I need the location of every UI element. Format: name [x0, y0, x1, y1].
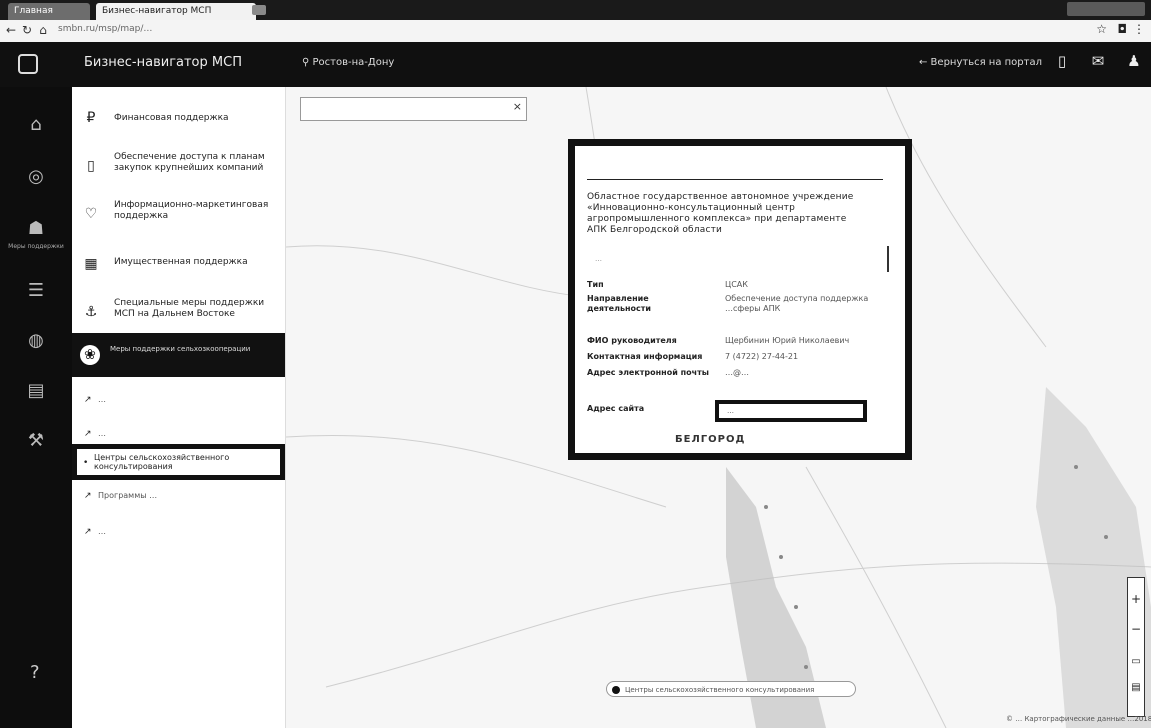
arrow-icon: ↗	[84, 491, 92, 501]
submenu-label: Программы …	[98, 491, 158, 500]
city-label: Ростов-на-Дону	[312, 57, 395, 68]
legend-label: Центры сельскохозяйственного консультиро…	[625, 686, 815, 694]
menu-icon[interactable]: ⋮	[1133, 22, 1145, 36]
ruler-icon[interactable]: ▭	[1128, 656, 1144, 667]
app-title: Бизнес-навигатор МСП	[84, 55, 242, 70]
info-value: ЦСАК	[725, 280, 748, 289]
arrow-icon: ↗	[84, 527, 92, 537]
building-icon: ▦	[84, 256, 98, 272]
bell-icon[interactable]: ♟	[1124, 52, 1144, 70]
menu-item-marketing[interactable]: ♡ Информационно-маркетинговая поддержка	[72, 195, 285, 235]
tablet-icon[interactable]: ▯	[1052, 52, 1072, 70]
map-search-input[interactable]: ×	[300, 97, 527, 121]
menu-item-property[interactable]: ▦ Имущественная поддержка	[72, 245, 285, 285]
browser-tab-active[interactable]: Бизнес-навигатор МСП	[96, 3, 256, 20]
map-area[interactable]: × Областное государственное автономное у…	[286, 87, 1151, 728]
logo-icon[interactable]	[18, 54, 38, 74]
zoom-out-button[interactable]: −	[1128, 622, 1144, 636]
tools-icon[interactable]: ⚒	[22, 427, 50, 455]
info-key: Направление деятельности	[587, 294, 652, 313]
icon-rail: ⌂ ◎ ☗ Меры поддержки ☰ ◍ ▤ ⚒ ?	[0, 87, 72, 728]
heart-icon: ♡	[84, 206, 98, 222]
arrow-icon: ↗	[84, 429, 92, 439]
zoom-control: + − ▭ ▤	[1127, 577, 1145, 717]
menu-item-label: Информационно-маркетинговая поддержка	[114, 200, 269, 221]
city-selector[interactable]: ⚲ Ростов-на-Дону	[302, 57, 394, 68]
url-field[interactable]: smbn.ru/msp/map/…	[58, 24, 152, 34]
menu-item-label: Финансовая поддержка	[114, 113, 229, 123]
submenu-item-consulting-centers[interactable]: • Центры сельскохозяйственного консульти…	[72, 444, 285, 480]
organization-name: Областное государственное автономное учр…	[587, 192, 854, 235]
menu-item-label: Обеспечение доступа к планам закупок кру…	[114, 152, 265, 173]
anchor-icon: ⚓	[84, 304, 98, 320]
map-copyright: © … Картографические данные …2018	[1006, 715, 1151, 723]
back-to-portal-link[interactable]: ← Вернуться на портал	[919, 57, 1042, 68]
tab-label: Бизнес-навигатор МСП	[102, 6, 212, 16]
zoom-in-button[interactable]: +	[1128, 592, 1144, 606]
globe-icon[interactable]: ◍	[22, 327, 50, 355]
extension-icon[interactable]: ◘	[1118, 22, 1128, 36]
browser-tab[interactable]: Главная	[8, 3, 90, 20]
menu-item-label: Имущественная поддержка	[114, 257, 248, 267]
lock-icon: ⌂	[39, 23, 47, 37]
info-value: Обеспечение доступа поддержка …сферы АПК	[725, 294, 869, 313]
info-key: Тип	[587, 280, 604, 289]
info-key: Адрес сайта	[587, 404, 645, 413]
popup-scrollbar[interactable]	[887, 246, 889, 272]
submenu-label: …	[98, 429, 106, 438]
info-value: Щербинин Юрий Николаевич	[725, 336, 850, 345]
legend-dot-icon	[612, 686, 620, 694]
money-icon: ₽	[86, 110, 96, 126]
layers-icon[interactable]: ▤	[1128, 682, 1144, 693]
menu-item-label: Специальные меры поддержки МСП на Дальне…	[114, 298, 265, 319]
menu-item-far-east[interactable]: ⚓ Специальные меры поддержки МСП на Даль…	[72, 293, 285, 333]
menu-item-label: Меры поддержки сельхозкооперации	[110, 345, 251, 353]
menu-item-agri-cooperation[interactable]: ❀ Меры поддержки сельхозкооперации	[72, 333, 285, 377]
menu-item-procurement[interactable]: ▯ Обеспечение доступа к планам закупок к…	[72, 147, 285, 187]
people-icon[interactable]: ☗	[22, 215, 50, 243]
arrow-icon: •	[83, 458, 89, 468]
info-key: ФИО руководителя	[587, 336, 677, 345]
close-icon[interactable]: ×	[513, 100, 522, 113]
submenu-label: …	[98, 527, 106, 536]
wheat-icon: ❀	[80, 345, 100, 365]
address-bar: ← ↻ ⌂ smbn.ru/msp/map/… ☆ ◘ ⋮	[0, 20, 1151, 43]
home-icon[interactable]: ⌂	[22, 111, 50, 139]
organization-popup: Областное государственное автономное учр…	[568, 139, 912, 460]
document-icon[interactable]: ☰	[22, 277, 50, 305]
new-tab-button[interactable]	[252, 5, 266, 15]
app-header: Бизнес-навигатор МСП ⚲ Ростов-на-Дону ← …	[0, 42, 1151, 87]
tab-label: Главная	[14, 6, 53, 16]
info-value: 7 (4722) 27-44-21	[725, 352, 799, 361]
reload-icon[interactable]: ↻	[20, 23, 34, 37]
back-arrow-icon[interactable]: ←	[4, 23, 18, 37]
browser-tab-bar: Главная Бизнес-навигатор МСП	[0, 0, 1151, 20]
rail-label: Меры поддержки	[8, 243, 64, 250]
legend-chip[interactable]: Центры сельскохозяйственного консультиро…	[606, 681, 856, 697]
info-key: Адрес электронной почты	[587, 368, 709, 377]
submenu-label: …	[98, 395, 106, 404]
map-city-label: БЕЛГОРОД	[675, 434, 746, 445]
window-controls[interactable]	[1067, 2, 1145, 16]
compass-icon[interactable]: ◎	[22, 163, 50, 191]
divider	[587, 179, 883, 180]
help-icon[interactable]: ?	[30, 662, 40, 683]
submenu-label: Центры сельскохозяйственного консультиро…	[94, 453, 230, 471]
organization-address: …	[595, 255, 602, 263]
support-measures-menu: ₽ Финансовая поддержка ▯ Обеспечение дос…	[72, 87, 286, 728]
website-link[interactable]: …	[715, 400, 867, 422]
chart-icon[interactable]: ▤	[22, 377, 50, 405]
chat-icon[interactable]: ✉	[1088, 52, 1108, 70]
menu-item-financial[interactable]: ₽ Финансовая поддержка	[72, 99, 285, 139]
arrow-icon: ↗	[84, 395, 92, 405]
star-icon[interactable]: ☆	[1096, 22, 1107, 36]
document-icon: ▯	[87, 158, 95, 174]
info-value-email-link[interactable]: …@…	[725, 368, 875, 378]
info-key: Контактная информация	[587, 352, 703, 361]
